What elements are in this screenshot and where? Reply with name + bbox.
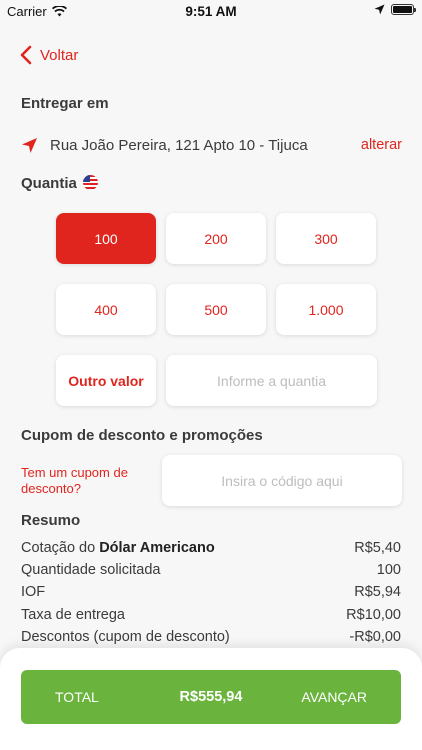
summary-row-label: Descontos (cupom de desconto) — [21, 629, 230, 645]
location-arrow-icon — [22, 137, 37, 153]
status-right — [374, 4, 416, 15]
quote-currency: Dólar Americano — [99, 540, 215, 556]
quantity-option-100[interactable]: 100 — [56, 213, 156, 264]
summary-title: Resumo — [21, 512, 81, 529]
quantity-option-300[interactable]: 300 — [276, 213, 376, 264]
summary-row-value: R$10,00 — [346, 607, 401, 623]
coupon-code-input[interactable] — [162, 455, 402, 506]
quantity-option-200[interactable]: 200 — [166, 213, 266, 264]
quantity-input[interactable] — [166, 355, 377, 406]
delivery-address: Rua João Pereira, 121 Apto 10 - Tijuca — [50, 136, 308, 154]
chevron-left-icon — [20, 45, 32, 65]
clock: 9:51 AM — [185, 4, 237, 19]
summary-row-label: Quantidade solicitada — [21, 562, 161, 578]
coupon-question: Tem um cupom de desconto? — [21, 465, 128, 496]
other-value-button[interactable]: Outro valor — [56, 355, 156, 406]
status-bar: Carrier 9:51 AM — [0, 0, 422, 22]
quantity-title-label: Quantia — [21, 175, 77, 192]
battery-icon — [391, 4, 416, 15]
back-label: Voltar — [40, 46, 79, 64]
advance-label: AVANÇAR — [301, 689, 367, 705]
advance-button[interactable]: TOTAL R$555,94 AVANÇAR — [21, 670, 401, 724]
quote-prefix: Cotação do — [21, 540, 100, 556]
coupon-title: Cupom de desconto e promoções — [21, 427, 263, 444]
summary-row-value: 100 — [376, 562, 401, 578]
quantity-title: Quantia — [21, 175, 98, 192]
delivery-title: Entregar em — [21, 95, 109, 112]
change-address-link[interactable]: alterar — [361, 137, 402, 153]
summary-row-label: IOF — [21, 584, 46, 600]
summary-row-label: Taxa de entrega — [21, 607, 125, 623]
summary-row: IOF R$5,94 — [21, 584, 401, 600]
summary-row: Taxa de entrega R$10,00 — [21, 607, 401, 623]
summary-row-value: R$5,94 — [354, 584, 401, 600]
quantity-option-1000[interactable]: 1.000 — [276, 284, 376, 335]
summary-quote-value: R$5,40 — [354, 540, 401, 556]
summary-row-value: -R$0,00 — [349, 629, 401, 645]
summary-row-quote: Cotação do Dólar Americano R$5,40 — [21, 540, 401, 556]
us-flag-icon — [82, 175, 98, 190]
quantity-option-400[interactable]: 400 — [56, 284, 156, 335]
summary-row: Descontos (cupom de desconto) -R$0,00 — [21, 629, 401, 645]
back-button[interactable]: Voltar — [20, 45, 78, 65]
summary-quote-label: Cotação do Dólar Americano — [21, 540, 215, 556]
location-arrow-icon — [374, 4, 385, 15]
summary-row: Quantidade solicitada 100 — [21, 562, 401, 578]
quantity-option-500[interactable]: 500 — [166, 284, 266, 335]
delivery-address-row: Rua João Pereira, 121 Apto 10 - Tijuca a… — [21, 134, 402, 156]
